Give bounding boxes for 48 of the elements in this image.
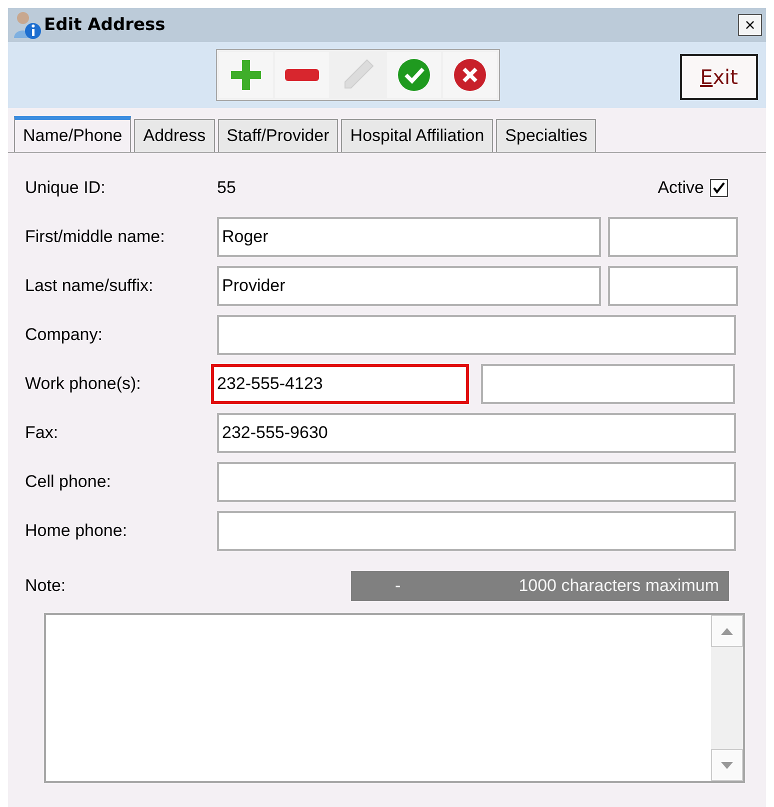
tab[interactable]: Specialties — [496, 119, 596, 152]
tab[interactable]: Address — [134, 119, 215, 152]
field-label: Unique ID: — [25, 178, 106, 198]
tab[interactable]: Name/Phone — [14, 116, 132, 152]
checkbox-label: Active — [658, 178, 704, 198]
input-field[interactable]: Roger — [217, 216, 601, 256]
checkmark-icon — [713, 182, 725, 194]
scroll-bar[interactable] — [711, 615, 743, 781]
cancel-button[interactable] — [443, 52, 497, 98]
scroll-down-button[interactable] — [711, 749, 743, 781]
input-field[interactable]: Provider — [217, 266, 601, 306]
up-arrow-icon — [721, 628, 733, 634]
character-count: - — [395, 576, 401, 596]
down-arrow-icon — [721, 762, 733, 768]
input-field[interactable]: 232-555-4123 — [211, 364, 469, 404]
active-checkbox[interactable] — [710, 178, 728, 196]
field-label: Company: — [25, 324, 104, 344]
checkmark-icon — [397, 58, 431, 92]
add-button[interactable] — [219, 52, 273, 98]
input-field[interactable]: 232-555-9630 — [217, 412, 736, 452]
cancel-icon — [453, 58, 487, 92]
field-label: Home phone: — [25, 520, 128, 540]
field-label: Work phone(s): — [25, 374, 142, 394]
scroll-up-button[interactable] — [711, 615, 743, 647]
plus-icon — [229, 58, 263, 92]
input-field[interactable] — [608, 216, 738, 256]
close-button[interactable]: × — [738, 14, 762, 36]
tab[interactable]: Staff/Provider — [218, 119, 338, 152]
field-label: Last name/suffix: — [25, 276, 154, 296]
window-title: Edit Address — [44, 15, 166, 35]
exit-button[interactable]: Exit — [680, 54, 758, 100]
unique-id-value: 55 — [217, 178, 237, 198]
confirm-button[interactable] — [387, 52, 441, 98]
minus-icon — [285, 69, 319, 81]
note-text-area[interactable] — [44, 613, 745, 783]
tab[interactable]: Hospital Affiliation — [341, 119, 494, 152]
field-label: Cell phone: — [25, 472, 112, 492]
input-field[interactable] — [481, 364, 735, 404]
input-field[interactable] — [217, 510, 736, 550]
field-label: Note: — [25, 576, 67, 596]
character-limit: 1000 characters maximum — [518, 576, 719, 596]
remove-button[interactable] — [275, 52, 329, 98]
input-field[interactable] — [217, 462, 736, 502]
person-info-icon — [12, 10, 42, 40]
input-field[interactable] — [217, 314, 736, 354]
input-field[interactable] — [608, 266, 738, 306]
field-label: Fax: — [25, 422, 60, 442]
field-label: First/middle name: — [25, 226, 166, 246]
